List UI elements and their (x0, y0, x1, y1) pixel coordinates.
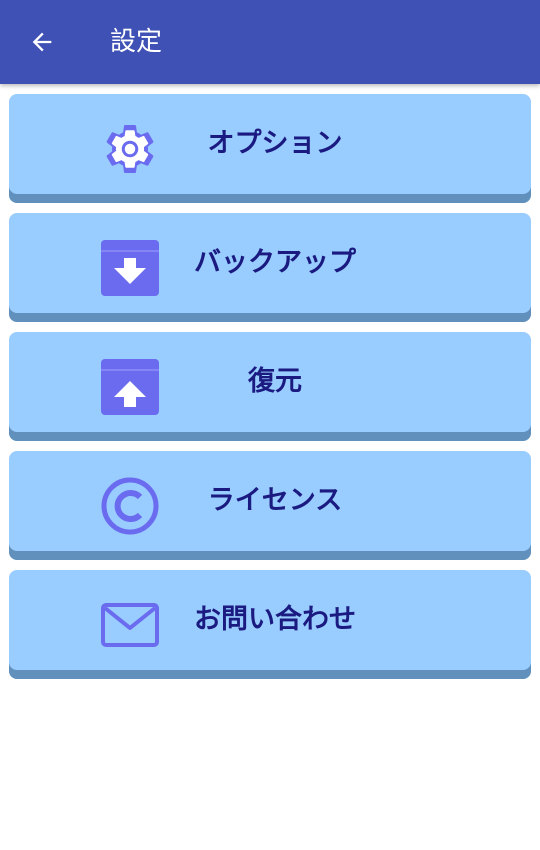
back-button[interactable] (24, 24, 60, 60)
menu-item-contact[interactable]: お問い合わせ (9, 570, 531, 679)
menu-item-label: ライセンス (207, 485, 343, 516)
menu-item-backup[interactable]: バックアップ (9, 213, 531, 322)
menu-item-license[interactable]: ライセンス (9, 451, 531, 560)
arrow-back-icon (32, 32, 52, 52)
menu-item-label: お問い合わせ (194, 604, 356, 635)
menu-item-label: 復元 (248, 366, 302, 397)
menu-item-label: オプション (207, 128, 343, 159)
menu-item-options[interactable]: オプション (9, 94, 531, 203)
settings-menu: オプション バックアップ 復元 ライセンス お問い合わせ (9, 94, 531, 689)
app-bar: 設定 (0, 0, 540, 84)
menu-item-label: バックアップ (194, 247, 356, 278)
page-title: 設定 (110, 27, 163, 57)
menu-item-restore[interactable]: 復元 (9, 332, 531, 441)
